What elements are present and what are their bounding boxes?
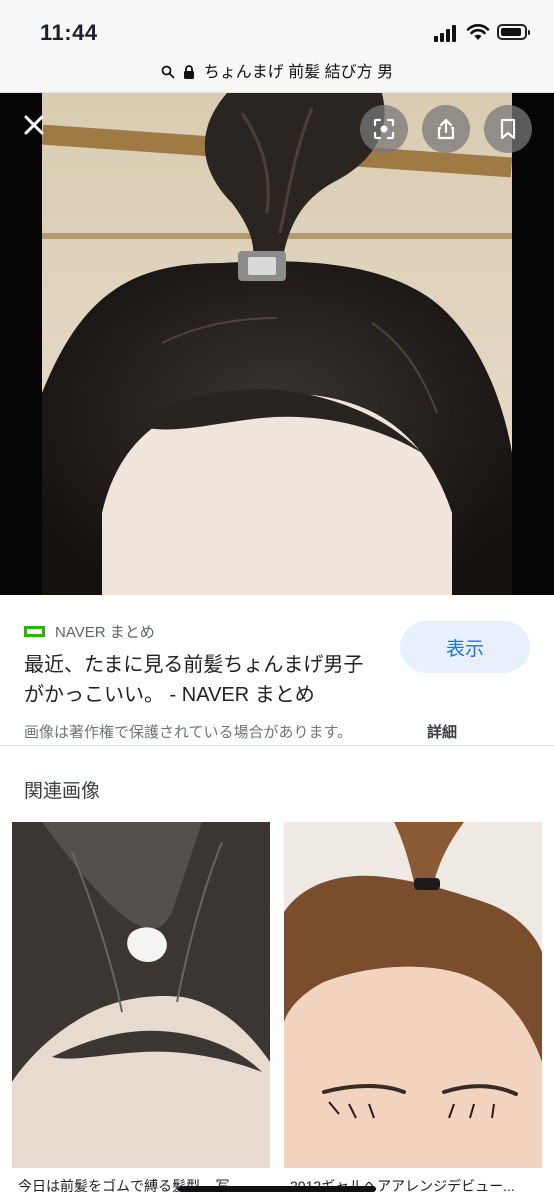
home-indicator	[178, 1186, 376, 1192]
related-image[interactable]	[12, 822, 270, 1168]
result-info: NAVER まとめ 最近、たまに見る前髪ちょんまげ男子がかっこいい。 - NAV…	[0, 596, 554, 760]
bookmark-icon	[500, 118, 516, 140]
details-link[interactable]: 詳細	[427, 721, 457, 742]
lens-icon	[373, 118, 395, 140]
share-button[interactable]	[422, 105, 470, 153]
save-button[interactable]	[484, 105, 532, 153]
close-button[interactable]	[14, 105, 54, 145]
clock: 11:44	[40, 20, 98, 45]
source-row[interactable]: NAVER まとめ	[24, 621, 155, 642]
image-viewer	[0, 93, 554, 595]
share-icon	[437, 118, 455, 140]
related-image[interactable]	[284, 822, 542, 1168]
source-name: NAVER まとめ	[55, 624, 155, 641]
cellular-signal-icon	[434, 24, 458, 42]
copyright-notice: 画像は著作権で保護されている場合があります。	[24, 724, 353, 741]
battery-icon	[497, 24, 530, 40]
search-icon	[161, 65, 175, 79]
result-title[interactable]: 最近、たまに見る前髪ちょんまげ男子がかっこいい。 - NAVER まとめ	[24, 650, 369, 710]
battery-level	[501, 28, 521, 36]
related-images-heading: 関連画像	[24, 781, 101, 802]
url-bar[interactable]: ちょんまげ 前髪 結び方 男	[0, 56, 554, 93]
lock-icon	[184, 65, 195, 79]
close-icon	[24, 115, 44, 135]
visit-button[interactable]: 表示	[400, 621, 530, 673]
status-bar: 11:44	[0, 0, 554, 56]
url-query: ちょんまげ 前髪 結び方 男	[203, 64, 394, 81]
divider	[0, 745, 554, 746]
naver-logo-icon	[24, 626, 45, 637]
main-image[interactable]	[42, 93, 512, 595]
wifi-icon	[466, 22, 490, 42]
lens-button[interactable]	[360, 105, 408, 153]
